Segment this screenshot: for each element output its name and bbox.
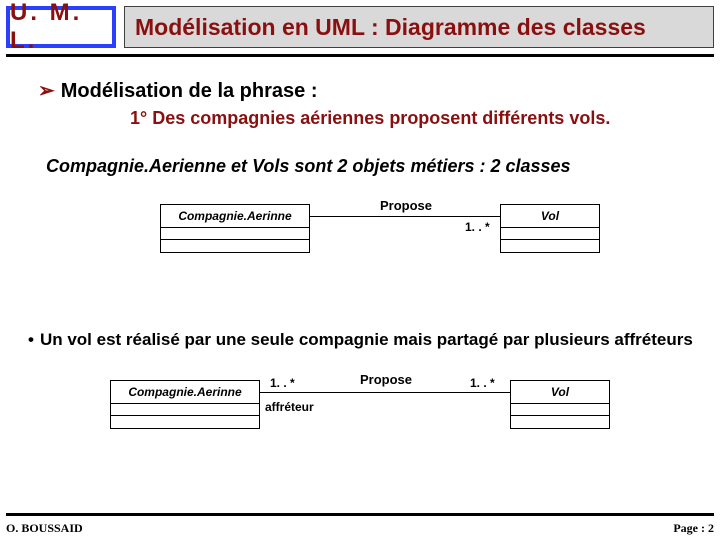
page-number: 2 <box>708 521 714 535</box>
multiplicity-left: 1. . * <box>270 376 295 390</box>
role-label: affréteur <box>265 400 314 414</box>
header-rule <box>6 54 714 57</box>
class-name: Compagnie.Aerinne <box>111 381 259 404</box>
footer-author: O. BOUSSAID <box>6 521 83 536</box>
class-attr <box>111 404 259 416</box>
objects-line: Compagnie.Aerienne et Vols sont 2 objets… <box>46 156 571 177</box>
multiplicity-right: 1. . * <box>470 376 495 390</box>
class-attr <box>501 228 599 240</box>
bullet-2: • Un vol est réalisé par une seule compag… <box>28 330 693 350</box>
class-op <box>161 240 309 252</box>
class-op <box>511 416 609 428</box>
class-op <box>501 240 599 252</box>
footer-page: Page : 2 <box>673 521 714 536</box>
class-vol: Vol <box>500 204 600 253</box>
association-line <box>310 216 500 217</box>
class-compagnie: Compagnie.Aerinne <box>110 380 260 429</box>
class-attr <box>511 404 609 416</box>
class-vol: Vol <box>510 380 610 429</box>
class-name: Vol <box>511 381 609 404</box>
arrow-icon: ➢ <box>38 80 55 102</box>
obj-b: Vols <box>252 156 289 176</box>
diagram-1: Compagnie.Aerinne Propose 1. . * Vol <box>160 204 600 274</box>
sub-bullet-1: 1° Des compagnies aériennes proposent di… <box>130 108 610 129</box>
bullet-1-text: Modélisation de la phrase : <box>61 80 318 102</box>
diagram-2: Compagnie.Aerinne 1. . * Propose 1. . * … <box>110 380 610 460</box>
class-op <box>111 416 259 428</box>
association-label: Propose <box>360 372 412 387</box>
bullet-2-text: Un vol est réalisé par une seule compagn… <box>40 330 693 349</box>
footer-rule <box>6 513 714 516</box>
obj-a: Compagnie.Aerienne <box>46 156 226 176</box>
header: U. M. L. Modélisation en UML : Diagramme… <box>6 6 714 48</box>
header-badge: U. M. L. <box>6 6 116 48</box>
class-compagnie: Compagnie.Aerinne <box>160 204 310 253</box>
obj-mid: et <box>226 156 252 176</box>
page-label: Page : <box>673 521 708 535</box>
slide-title: Modélisation en UML : Diagramme des clas… <box>124 6 714 48</box>
association-line <box>260 392 510 393</box>
class-name: Compagnie.Aerinne <box>161 205 309 228</box>
class-name: Vol <box>501 205 599 228</box>
bullet-dot-icon: • <box>28 330 34 349</box>
class-attr <box>161 228 309 240</box>
bullet-1: ➢ Modélisation de la phrase : <box>38 78 317 103</box>
multiplicity-right: 1. . * <box>465 220 490 234</box>
slide: U. M. L. Modélisation en UML : Diagramme… <box>0 0 720 540</box>
obj-tail: sont 2 objets métiers : 2 classes <box>289 156 570 176</box>
association-label: Propose <box>380 198 432 213</box>
